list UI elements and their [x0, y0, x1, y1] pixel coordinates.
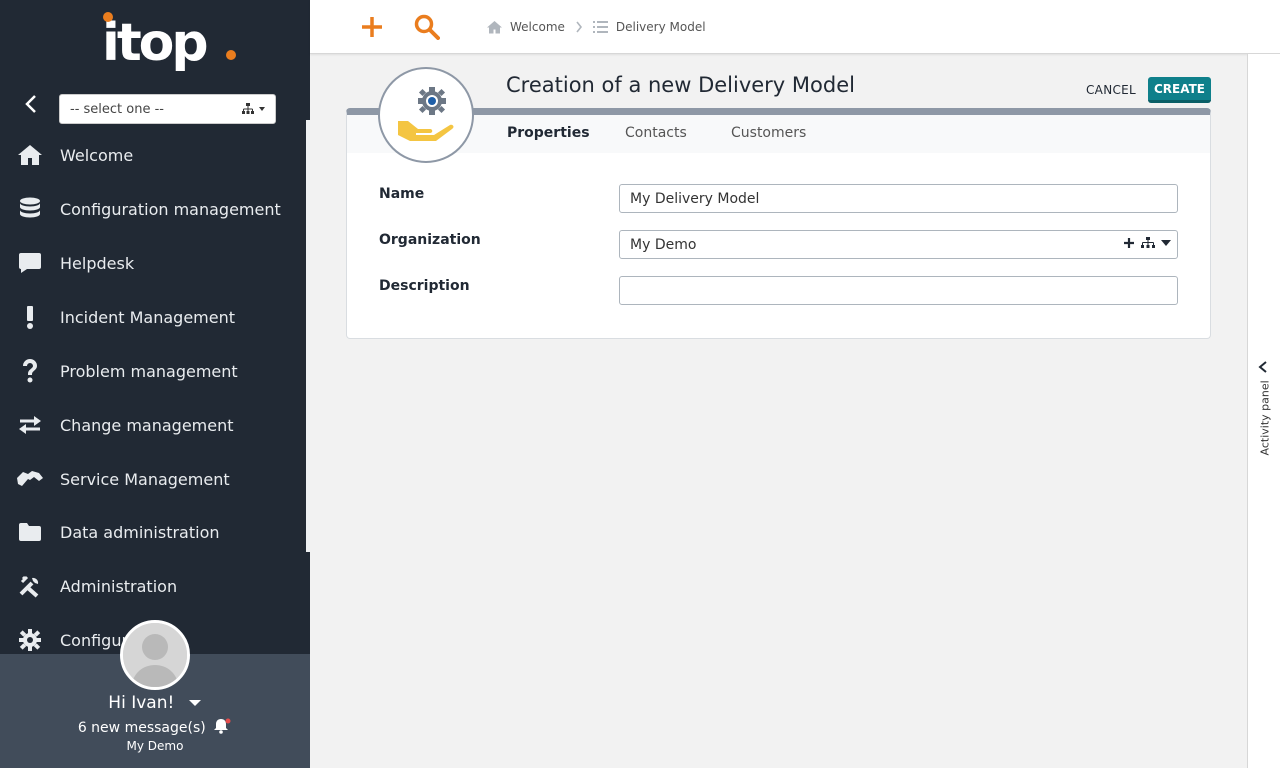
description-label: Description: [379, 278, 470, 294]
itop-logo[interactable]: itop: [100, 10, 240, 80]
search-icon: [414, 14, 440, 40]
caret-down-icon: [188, 700, 201, 706]
chevron-right-icon: [575, 21, 583, 33]
sidebar-item-label: Helpdesk: [60, 253, 135, 273]
organization-filter-select[interactable]: -- select one --: [59, 94, 276, 124]
sidebar-item-data-administration[interactable]: Data administration: [0, 505, 305, 559]
add-organization-icon[interactable]: [1123, 237, 1135, 249]
question-icon: [16, 357, 44, 385]
sidebar-item-welcome[interactable]: Welcome: [0, 128, 305, 182]
name-label: Name: [379, 186, 425, 202]
name-field[interactable]: My Delivery Model: [619, 184, 1178, 213]
name-field-value: My Delivery Model: [630, 190, 760, 207]
activity-panel: Activity panel: [1247, 54, 1280, 768]
delivery-model-icon: [378, 67, 474, 163]
exchange-icon: [16, 411, 44, 439]
database-icon: [16, 195, 44, 223]
list-icon: [592, 21, 608, 33]
sidebar-item-label: Administration: [60, 576, 178, 596]
sidebar-item-label: Welcome: [60, 145, 134, 165]
collapse-sidebar-button[interactable]: [16, 90, 46, 118]
organization-label: Organization: [379, 232, 481, 248]
sidebar-item-change-management[interactable]: Change management: [0, 398, 305, 452]
global-search-button[interactable]: [412, 12, 442, 42]
sidebar-item-label: Data administration: [60, 522, 220, 542]
user-greeting[interactable]: Hi Ivan!: [0, 693, 310, 713]
sidebar-item-label: Service Management: [60, 469, 230, 489]
avatar[interactable]: [120, 620, 190, 690]
chevron-left-icon[interactable]: [1257, 360, 1269, 374]
sidebar-item-label: Configur: [60, 630, 129, 650]
sidebar: itop -- select one -- Welcome Configurat…: [0, 0, 310, 768]
sidebar-item-configuration-management[interactable]: Configuration management: [0, 182, 305, 236]
hierarchy-icon[interactable]: [241, 102, 267, 116]
sidebar-item-incident-management[interactable]: Incident Management: [0, 290, 305, 344]
tab-properties[interactable]: Properties: [507, 125, 590, 141]
activity-panel-label[interactable]: Activity panel: [1259, 380, 1272, 455]
sidebar-item-label: Configuration management: [60, 199, 281, 219]
tools-icon: [16, 572, 44, 600]
tabs-bar: Properties Contacts Customers: [347, 115, 1210, 153]
organization-select-value: My Demo: [630, 236, 697, 253]
plus-icon: [362, 17, 382, 37]
sidebar-item-label: Incident Management: [60, 307, 235, 327]
sidebar-item-label: Change management: [60, 415, 234, 435]
new-object-button[interactable]: [357, 12, 387, 42]
hierarchy-icon[interactable]: [1141, 237, 1155, 249]
sidebar-item-administration[interactable]: Administration: [0, 559, 305, 613]
organization-select[interactable]: My Demo: [619, 230, 1178, 259]
handshake-icon: [16, 465, 44, 493]
top-bar: Welcome Delivery Model: [310, 0, 1280, 54]
breadcrumb-welcome[interactable]: Welcome: [486, 20, 565, 34]
messages-link[interactable]: 6 new message(s): [0, 718, 310, 736]
exclamation-icon: [16, 303, 44, 331]
cancel-button[interactable]: CANCEL: [1080, 78, 1142, 102]
chevron-left-icon: [25, 95, 36, 113]
tab-contacts[interactable]: Contacts: [625, 125, 687, 141]
org-select-placeholder: -- select one --: [70, 101, 164, 117]
page-title: Creation of a new Delivery Model: [506, 73, 855, 97]
sidebar-item-helpdesk[interactable]: Helpdesk: [0, 236, 305, 290]
svg-text:itop: itop: [102, 13, 206, 73]
breadcrumb-delivery-model[interactable]: Delivery Model: [592, 20, 706, 34]
breadcrumb: Welcome Delivery Model: [486, 17, 706, 37]
sidebar-item-service-management[interactable]: Service Management: [0, 452, 305, 506]
create-button[interactable]: CREATE: [1148, 77, 1211, 103]
folder-icon: [16, 518, 44, 546]
tab-customers[interactable]: Customers: [731, 125, 806, 141]
sidebar-scrollbar[interactable]: [306, 120, 310, 552]
bell-icon: [214, 718, 231, 734]
sidebar-item-label: Problem management: [60, 361, 238, 381]
gear-icon: [16, 626, 44, 654]
sidebar-item-problem-management[interactable]: Problem management: [0, 344, 305, 398]
description-field[interactable]: [619, 276, 1178, 305]
home-icon: [16, 141, 44, 169]
user-organization: My Demo: [126, 739, 184, 753]
chat-icon: [16, 249, 44, 277]
home-icon: [487, 21, 502, 34]
caret-down-icon[interactable]: [1161, 239, 1171, 247]
